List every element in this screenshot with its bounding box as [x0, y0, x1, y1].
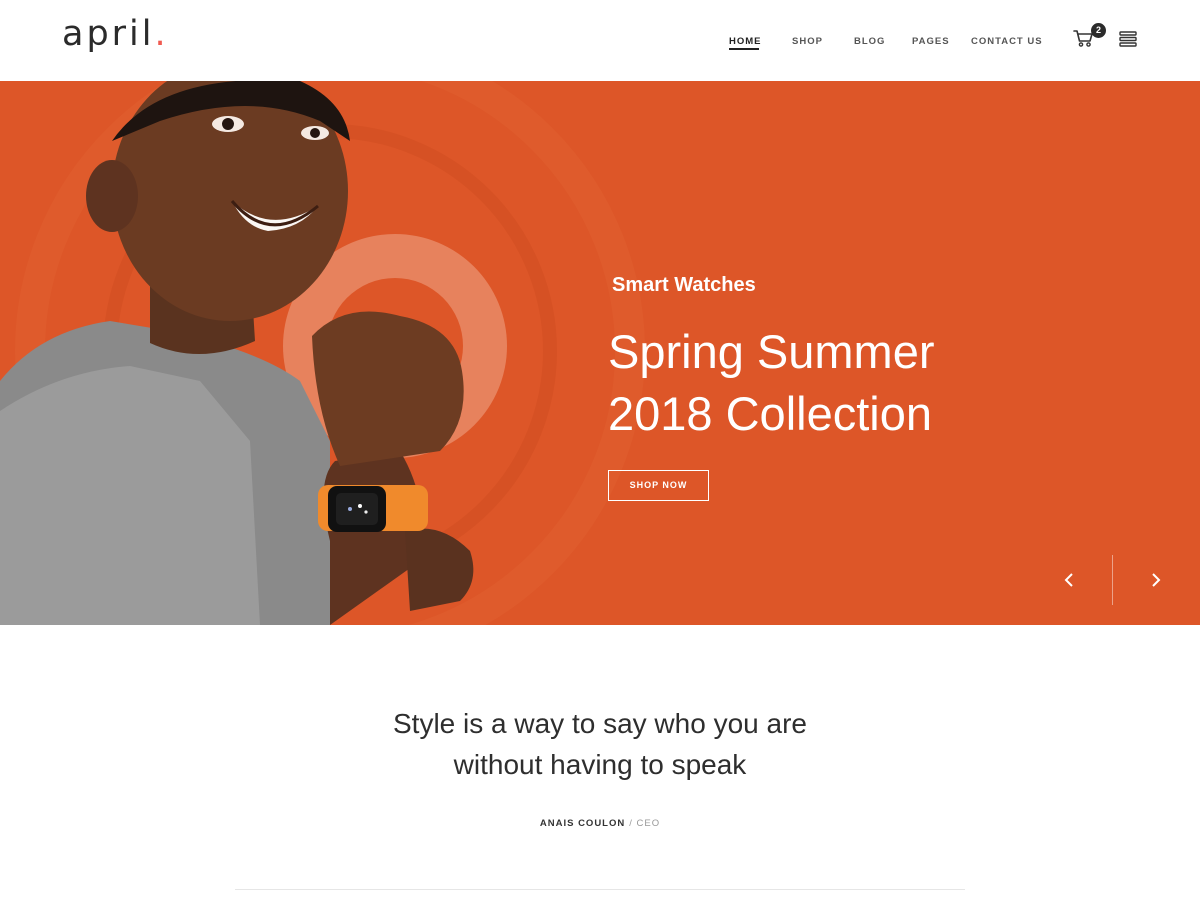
site-header: april. HOME SHOP BLOG PAGES CONTACT US 2 — [0, 0, 1200, 81]
hamburger-menu-icon[interactable] — [1119, 31, 1137, 47]
chevron-left-icon[interactable] — [1054, 565, 1084, 595]
quote-author: ANAIS COULON / CEO — [0, 818, 1200, 829]
nav-item-blog[interactable]: BLOG — [854, 36, 885, 47]
hero-subtitle: Smart Watches — [612, 274, 756, 296]
section-divider — [235, 889, 965, 890]
quote-line-1: Style is a way to say who you are — [393, 708, 807, 739]
chevron-right-icon[interactable] — [1141, 565, 1171, 595]
nav-item-contact-us[interactable]: CONTACT US — [971, 36, 1043, 47]
hero-title-line-2: 2018 Collection — [608, 387, 932, 440]
testimonial-quote: Style is a way to say who you are withou… — [300, 703, 900, 785]
cart-count-badge: 2 — [1091, 23, 1106, 38]
quote-line-2: without having to speak — [453, 749, 747, 780]
nav-item-shop[interactable]: SHOP — [792, 36, 823, 47]
slider-arrow-separator — [1112, 555, 1113, 605]
author-name: ANAIS COULON — [539, 818, 626, 829]
nav-item-home[interactable]: HOME — [729, 36, 762, 47]
nav-active-underline — [729, 48, 759, 50]
hero-title: Spring Summer 2018 Collection — [608, 321, 935, 445]
hero-title-line-1: Spring Summer — [608, 325, 935, 378]
main-nav: HOME SHOP BLOG PAGES CONTACT US — [0, 36, 1200, 50]
shop-now-button[interactable]: SHOP NOW — [608, 470, 709, 501]
nav-item-pages[interactable]: PAGES — [912, 36, 950, 47]
author-role: / CEO — [629, 818, 661, 829]
hero-banner: Smart Watches Spring Summer 2018 Collect… — [0, 81, 1200, 625]
hero-image — [0, 81, 645, 625]
